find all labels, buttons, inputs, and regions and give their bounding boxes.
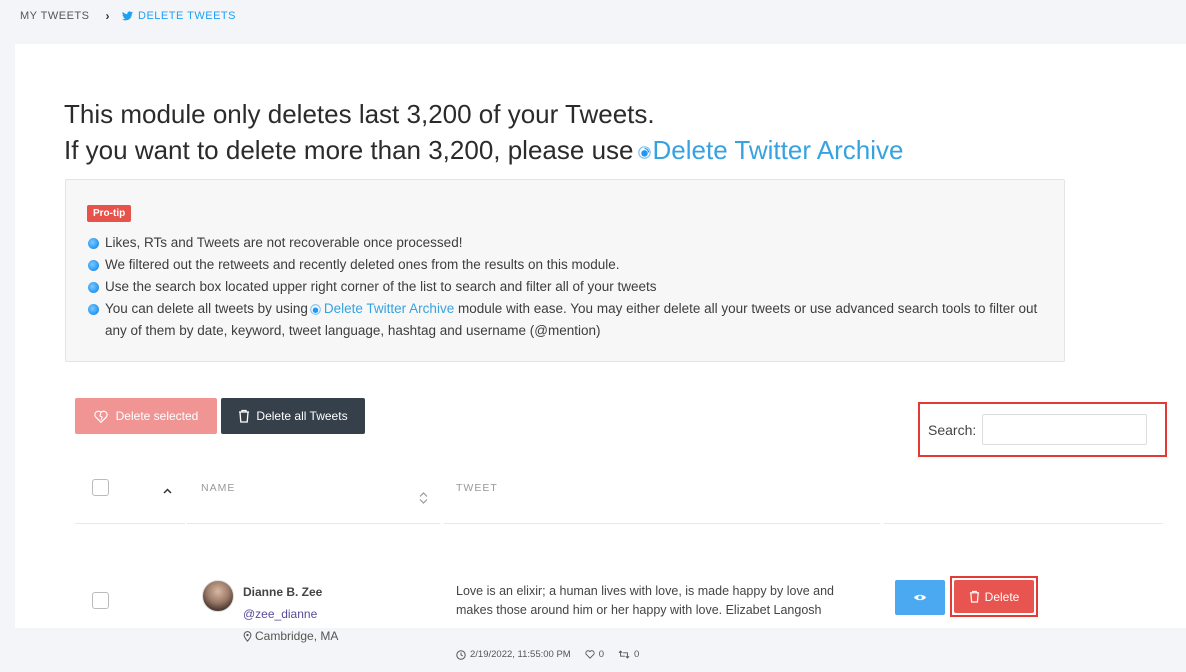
header-check-cell [75,468,185,524]
delete-all-label: Delete all Tweets [256,409,348,423]
map-pin-icon [243,630,252,642]
header-tweet-cell: TWEET [444,468,880,524]
sort-toggle-icon[interactable] [419,492,428,504]
column-header-tweet: TWEET [456,482,498,494]
row-checkbox[interactable] [92,592,109,609]
breadcrumb-delete-tweets: DELETE TWEETS [122,10,236,22]
protip-item: You can delete all tweets by using Delete… [88,298,1046,342]
twitter-bird-icon [122,11,133,21]
main-card: This module only deletes last 3,200 of y… [15,44,1186,660]
chevron-right-icon: › [105,9,110,23]
user-location-text: Cambridge, MA [255,629,339,643]
protip-item: Use the search box located upper right c… [88,276,1046,298]
delete-all-tweets-button[interactable]: Delete all Tweets [221,398,365,434]
trash-icon [239,409,250,423]
broken-heart-icon [93,410,108,423]
avatar [202,580,234,612]
protip-text: Use the search box located upper right c… [105,279,657,294]
headline-line-2-prefix: If you want to delete more than 3,200, p… [64,135,634,165]
search-label: Search: [928,421,977,438]
protip-archive-link[interactable]: Delete Twitter Archive [324,301,454,316]
protip-text: We filtered out the retweets and recentl… [105,257,620,272]
tweet-retweets: 0 [634,649,640,660]
header-action-cell [884,468,1163,524]
delete-label: Delete [984,589,1020,604]
delete-button-highlight: Delete [950,576,1038,617]
heart-icon [585,650,595,659]
view-tweet-button[interactable] [895,580,945,615]
bullet-dot-icon [88,238,99,249]
tweet-text: Love is an elixir; a human lives with lo… [456,584,834,617]
search-box: Search: [918,402,1167,457]
bullet-dot-icon [88,304,99,315]
headline-line-1: This module only deletes last 3,200 of y… [64,99,655,129]
bullet-dot-icon [88,282,99,293]
headline-line-2: If you want to delete more than 3,200, p… [64,132,903,168]
tweet-likes: 0 [598,649,605,660]
protip-badge: Pro-tip [87,205,132,222]
user-name: Dianne B. Zee [243,585,323,599]
protip-text: Likes, RTs and Tweets are not recoverabl… [105,235,463,250]
trash-icon [969,590,979,603]
retweet-icon [618,650,630,659]
breadcrumb-my-tweets[interactable]: MY TWEETS [20,10,90,22]
delete-tweet-button[interactable]: Delete [954,580,1034,613]
eye-icon [914,594,926,601]
user-location: Cambridge, MA [243,629,338,643]
archive-swirl-icon [310,304,321,315]
clock-icon [456,649,466,660]
user-handle[interactable]: @zee_dianne [243,607,317,621]
header-name-cell[interactable]: NAME [187,468,440,524]
select-all-checkbox[interactable] [92,479,109,496]
tweet-date: 2/19/2022, 11:55:00 PM [470,649,571,660]
table-row: Dianne B. Zee @zee_dianne Cambridge, MA … [75,524,1163,672]
delete-twitter-archive-link[interactable]: Delete Twitter Archive [653,135,904,165]
breadcrumb: MY TWEETS › DELETE TWEETS [20,9,236,23]
protip-item: Likes, RTs and Tweets are not recoverabl… [88,232,1046,254]
table-header: NAME TWEET [75,468,1163,524]
protip-item: We filtered out the retweets and recentl… [88,254,1046,276]
bullet-dot-icon [88,260,99,271]
archive-swirl-icon [637,145,651,159]
protip-box: Pro-tip Likes, RTs and Tweets are not re… [65,179,1065,362]
search-input[interactable] [982,414,1148,445]
tweet-meta: 2/19/2022, 11:55:00 PM 0 0 [456,649,639,660]
protip-list: Likes, RTs and Tweets are not recoverabl… [88,232,1046,342]
sort-up-icon[interactable] [163,488,172,494]
protip-text: You can delete all tweets by using [105,301,308,316]
page-headline: This module only deletes last 3,200 of y… [64,96,903,168]
delete-selected-label: Delete selected [115,409,199,423]
delete-selected-button[interactable]: Delete selected [75,398,217,434]
column-header-name: NAME [201,482,236,494]
breadcrumb-current-label: DELETE TWEETS [138,10,236,22]
